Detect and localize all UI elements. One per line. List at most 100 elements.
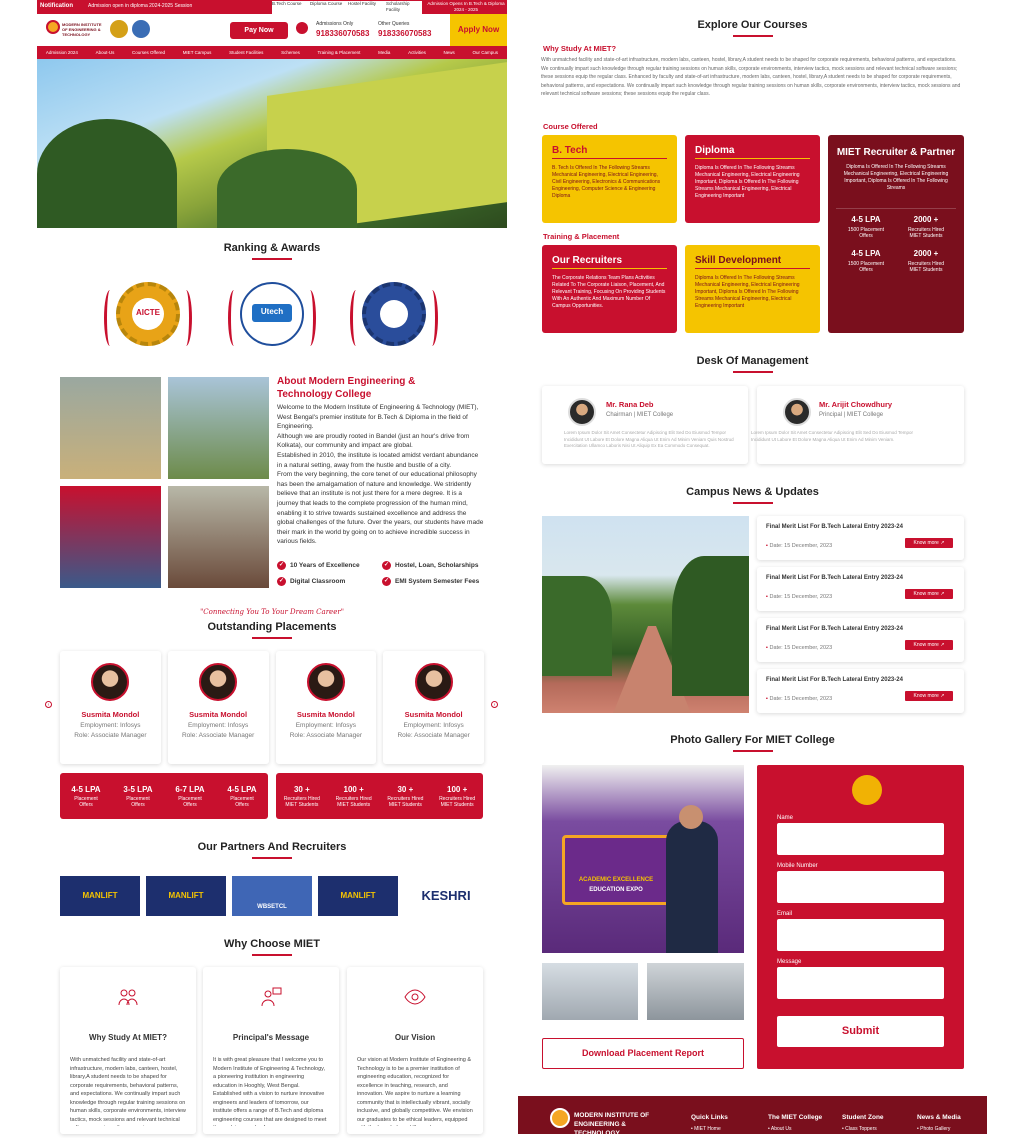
know-more-button[interactable]: Know more ↗ xyxy=(905,538,953,548)
feature-item: ✓ EMI System Semester Fees xyxy=(382,577,480,586)
know-more-button[interactable]: Know more ↗ xyxy=(905,691,953,701)
recruiter-partner-card[interactable]: MIET Recruiter & Partner Diploma Is Offe… xyxy=(828,135,964,333)
college-name: MODERN INSTITUTE OF ENGINEERING & TECHNO… xyxy=(62,22,102,37)
admissions-phone[interactable]: 918336070583 xyxy=(316,29,369,38)
student-role: Role: Associate Manager xyxy=(181,732,255,739)
apply-now-button[interactable]: Apply Now xyxy=(450,14,507,46)
course-card-btech[interactable]: B. Tech B. Tech Is Offered In The Follow… xyxy=(542,135,677,223)
management-card[interactable]: Mr. Arijit Chowdhury Principal | MIET Co… xyxy=(751,386,964,464)
management-card[interactable]: Mr. Rana Deb Chairman | MIET College Lor… xyxy=(542,386,748,464)
footer-link[interactable]: MIET Home xyxy=(694,1126,721,1132)
main-nav: Admission 2024 About-Us Courses Offered … xyxy=(37,46,507,59)
nav-item[interactable]: Student Facilities xyxy=(229,50,263,55)
nav-item[interactable]: Schemes xyxy=(281,50,300,55)
name-label: Name xyxy=(777,815,794,821)
nav-item[interactable]: Activities xyxy=(408,50,426,55)
news-item[interactable]: Final Merit List For B.Tech Lateral Entr… xyxy=(757,669,964,713)
partner-card-title: MIET Recruiter & Partner xyxy=(836,147,956,158)
message-input[interactable] xyxy=(777,967,944,999)
pay-now-button[interactable]: Pay Now xyxy=(230,22,288,39)
footer-link[interactable]: Class Toppers xyxy=(845,1126,877,1132)
gallery-thumb[interactable] xyxy=(647,963,744,1020)
calendar-icon: ▪ xyxy=(766,594,768,600)
course-card-recruiters[interactable]: Our Recruiters The Corporate Relations T… xyxy=(542,245,677,333)
top-link[interactable]: Scholarship Facility xyxy=(386,1,420,14)
footer-link[interactable]: Photo Gallery xyxy=(920,1126,950,1132)
about-photo-1 xyxy=(60,377,161,479)
nav-item[interactable]: Training & Placement xyxy=(318,50,361,55)
nav-item[interactable]: Media xyxy=(378,50,390,55)
top-link[interactable]: Hostel Facility xyxy=(348,1,382,14)
nav-item[interactable]: Courses Offered xyxy=(132,50,165,55)
nav-item[interactable]: Admission 2024 xyxy=(46,50,78,55)
why-card[interactable]: Our Vision Our vision at Modern Institut… xyxy=(347,967,483,1134)
stat-item: 4-5 LPA Placement Offers xyxy=(227,784,257,808)
news-item[interactable]: Final Merit List For B.Tech Lateral Entr… xyxy=(757,618,964,662)
check-icon: ✓ xyxy=(277,577,286,586)
message-field: Message xyxy=(777,959,944,999)
footer-logo[interactable] xyxy=(550,1108,570,1128)
news-item[interactable]: Final Merit List For B.Tech Lateral Entr… xyxy=(757,567,964,611)
course-card-title: B. Tech xyxy=(552,145,667,159)
college-logo[interactable] xyxy=(46,20,60,34)
gallery-main-photo[interactable]: ACADEMIC EXCELLENCE EDUCATION EXPO xyxy=(542,765,744,953)
nav-item[interactable]: MIET Campus xyxy=(183,50,212,55)
student-card[interactable]: Susmita Mondol Employment: Infosys Role:… xyxy=(275,651,377,764)
name-input[interactable] xyxy=(777,823,944,855)
course-card-text: The Corporate Relations Team Plans Activ… xyxy=(552,275,666,309)
footer-link[interactable]: About Us xyxy=(771,1126,792,1132)
stat-item: 6-7 LPA Placement Offers xyxy=(175,784,205,808)
partner-logo-manlift[interactable]: MANLIFT xyxy=(318,876,398,916)
know-more-button[interactable]: Know more ↗ xyxy=(905,589,953,599)
mobile-label: Mobile Number xyxy=(777,863,818,869)
nav-item[interactable]: About-Us xyxy=(96,50,115,55)
student-avatar xyxy=(414,663,453,701)
stat-item: 2000 + Recruiters Hired MIET Students xyxy=(907,249,945,273)
carousel-prev-icon[interactable]: ‹ xyxy=(45,701,52,708)
news-item-date: ▪ Date: 15 December, 2023 xyxy=(766,645,833,651)
email-label: Email xyxy=(777,911,793,917)
ranking-title: Ranking & Awards xyxy=(37,242,507,260)
know-more-button[interactable]: Know more ↗ xyxy=(905,640,953,650)
why-card[interactable]: Principal's Message It is with great ple… xyxy=(203,967,339,1134)
gallery-title: Photo Gallery For MIET College xyxy=(540,734,965,752)
email-input[interactable] xyxy=(777,919,944,951)
calendar-icon: ▪ xyxy=(766,696,768,702)
course-card-diploma[interactable]: Diploma Diploma Is Offered In The Follow… xyxy=(685,135,820,223)
partner-logo-wbsetcl[interactable]: WBSETCL xyxy=(232,876,312,916)
submit-button[interactable]: Submit xyxy=(777,1016,944,1047)
top-link[interactable]: B.Tech Course xyxy=(272,1,306,14)
footer-col: Quick Links • MIET Home xyxy=(691,1114,728,1132)
mobile-input[interactable] xyxy=(777,871,944,903)
student-name: Susmita Mondol xyxy=(404,710,463,719)
course-card-text: B. Tech Is Offered In The Following Stre… xyxy=(552,165,661,199)
other-phone[interactable]: 918336070583 xyxy=(378,29,431,38)
student-name: Susmita Mondol xyxy=(81,710,140,719)
why-study-text: With unmatched facility and state-of-art… xyxy=(541,57,961,97)
student-card[interactable]: Susmita Mondol Employment: Infosys Role:… xyxy=(383,651,484,764)
notification-ticker[interactable]: Admission open in diploma 2024-2025 Sess… xyxy=(88,3,192,9)
news-title: Campus News & Updates xyxy=(540,486,965,504)
management-text: Lorem Ipsum Dolor Sit Amet Consectetur A… xyxy=(751,430,913,442)
download-report-button[interactable]: Download Placement Report xyxy=(542,1038,744,1069)
top-link[interactable]: Diploma Course xyxy=(310,1,344,14)
nav-item[interactable]: Our Campus xyxy=(473,50,499,55)
people-icon xyxy=(118,989,138,1006)
partner-logo-keshri[interactable]: KESHRI xyxy=(406,876,486,916)
student-card[interactable]: Susmita Mondol Employment: Infosys Role:… xyxy=(167,651,269,764)
news-item[interactable]: Final Merit List For B.Tech Lateral Entr… xyxy=(757,516,964,560)
placement-stats-right: 30 + Recruiters Hired MIET Students 100 +… xyxy=(276,773,483,819)
news-item-title: Final Merit List For B.Tech Lateral Entr… xyxy=(766,677,903,683)
student-card[interactable]: Susmita Mondol Employment: Infosys Role:… xyxy=(60,651,161,764)
partner-logo-manlift[interactable]: MANLIFT xyxy=(60,876,140,916)
award-badge-gear xyxy=(350,280,438,352)
carousel-next-icon[interactable]: › xyxy=(491,701,498,708)
about-photo-3 xyxy=(60,486,161,588)
admission-banner[interactable]: Admission Opens In B.Tech & Diploma 2024… xyxy=(426,1,506,14)
gallery-thumb[interactable] xyxy=(542,963,638,1020)
partner-logo-manlift[interactable]: MANLIFT xyxy=(146,876,226,916)
nav-item[interactable]: News xyxy=(444,50,455,55)
why-card[interactable]: Why Study At MIET? With unmatched facili… xyxy=(60,967,196,1134)
management-avatar xyxy=(783,398,811,426)
course-card-skill[interactable]: Skill Development Diploma Is Offered In … xyxy=(685,245,820,333)
